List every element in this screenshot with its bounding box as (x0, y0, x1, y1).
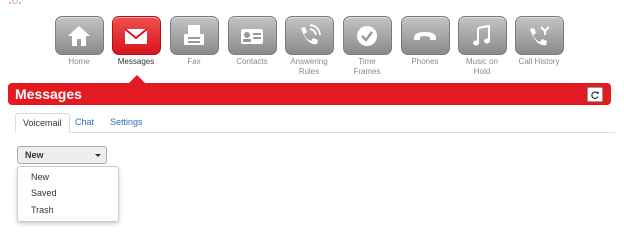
message-tabs: Voicemail Chat Settings (15, 113, 615, 133)
message-filter-menu: New Saved Trash (17, 166, 119, 222)
handset-icon (414, 31, 436, 40)
message-filter-value: New (25, 150, 44, 160)
call-history-icon (530, 25, 550, 45)
nav-contacts[interactable]: Contacts (227, 16, 277, 67)
envelope-icon (124, 27, 148, 44)
caret-down-icon (95, 154, 101, 157)
nav-call-history-label: Call History (518, 57, 560, 66)
message-filter-select[interactable]: New (17, 146, 107, 164)
logo-fragment-icon (9, 0, 21, 4)
nav-fax-label: Fax (187, 57, 201, 66)
nav-messages[interactable]: Messages (111, 16, 161, 67)
tab-chat[interactable]: Chat (68, 113, 101, 131)
nav-music-on-hold[interactable]: Music on Hold (457, 16, 507, 77)
refresh-icon (591, 91, 599, 99)
nav-fax[interactable]: Fax (169, 16, 219, 67)
nav-home[interactable]: Home (54, 16, 104, 67)
phone-ringing-icon (301, 23, 321, 44)
nav-answering-rules-label: Answering Rules (290, 57, 328, 76)
nav-phones-label: Phones (411, 57, 439, 66)
tab-voicemail[interactable]: Voicemail (15, 113, 70, 133)
filter-option-saved[interactable]: Saved (31, 188, 57, 198)
nav-time-frames[interactable]: Time Frames (342, 16, 392, 77)
fax-icon (184, 24, 204, 45)
page-title: Messages (15, 86, 82, 102)
page-title-bar: Messages (8, 83, 611, 105)
filter-option-new[interactable]: New (31, 172, 49, 182)
home-icon (68, 25, 90, 46)
filter-option-trash[interactable]: Trash (31, 205, 54, 215)
music-note-icon (473, 24, 490, 45)
contact-card-icon (241, 28, 263, 44)
nav-time-frames-label: Time Frames (353, 57, 381, 76)
nav-phones[interactable]: Phones (400, 16, 450, 67)
nav-answering-rules[interactable]: Answering Rules (284, 16, 334, 77)
nav-call-history[interactable]: Call History (514, 16, 564, 67)
clock-icon (357, 25, 377, 46)
nav-messages-label: Messages (117, 57, 155, 66)
nav-contacts-label: Contacts (236, 57, 268, 66)
nav-home-label: Home (68, 57, 90, 66)
refresh-button[interactable] (587, 87, 603, 102)
nav-music-on-hold-label: Music on Hold (465, 57, 498, 76)
tab-settings[interactable]: Settings (103, 113, 150, 131)
